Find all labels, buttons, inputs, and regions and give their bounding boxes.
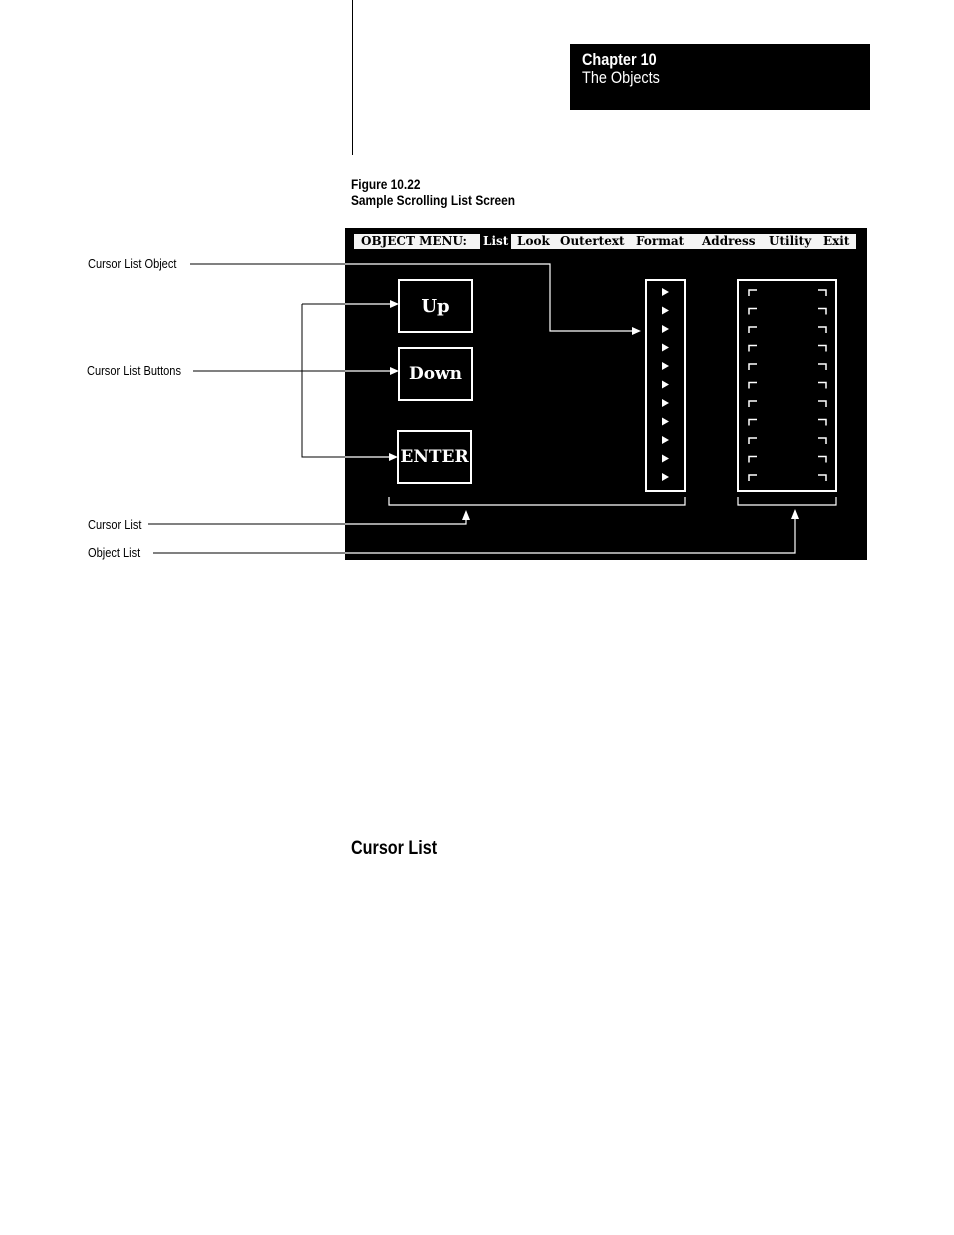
arrow-head-icon bbox=[390, 367, 399, 375]
corner-bracket-left-icon bbox=[748, 474, 757, 481]
leader-object-list-inner bbox=[345, 518, 796, 554]
triangle-right-icon bbox=[662, 380, 669, 389]
corner-bracket-right-icon bbox=[818, 307, 827, 315]
corner-bracket-right-icon bbox=[818, 381, 827, 389]
callout-cursor-list: Cursor List bbox=[88, 517, 142, 532]
arrow-head-icon bbox=[390, 300, 399, 308]
triangle-right-icon bbox=[662, 473, 669, 481]
corner-bracket-left-icon bbox=[748, 400, 757, 407]
corner-bracket-right-icon bbox=[818, 474, 827, 481]
corner-bracket-left-icon bbox=[748, 437, 757, 444]
triangle-right-icon bbox=[662, 325, 669, 333]
arrow-head-icon bbox=[389, 453, 398, 461]
corner-bracket-left-icon bbox=[748, 381, 757, 389]
triangle-right-icon bbox=[662, 343, 669, 352]
triangle-right-icon bbox=[662, 399, 669, 407]
corner-bracket-left-icon bbox=[748, 455, 757, 463]
triangle-right-icon bbox=[662, 362, 669, 370]
corner-bracket-left-icon bbox=[748, 289, 757, 296]
corner-bracket-left-icon bbox=[748, 326, 757, 333]
corner-bracket-right-icon bbox=[818, 289, 827, 296]
arrow-head-icon bbox=[462, 510, 470, 520]
triangle-right-icon bbox=[662, 436, 669, 444]
corner-bracket-right-icon bbox=[818, 437, 827, 444]
leader-cursor-list-object-inner bbox=[345, 263, 632, 332]
corner-bracket-right-icon bbox=[818, 400, 827, 407]
callout-cursor-list-object: Cursor List Object bbox=[88, 256, 177, 271]
cursor-list-bracket bbox=[388, 497, 686, 506]
corner-bracket-right-icon bbox=[818, 418, 827, 426]
leader-cursor-list-buttons bbox=[193, 303, 345, 458]
arrow-head-icon bbox=[791, 509, 799, 519]
triangle-right-icon bbox=[662, 306, 669, 315]
corner-bracket-right-icon bbox=[818, 455, 827, 463]
figure-graphics bbox=[148, 263, 837, 554]
corner-bracket-right-icon bbox=[818, 363, 827, 370]
object-list[interactable] bbox=[737, 279, 837, 492]
callout-object-list: Object List bbox=[88, 545, 141, 560]
object-list-markers bbox=[748, 289, 827, 481]
triangle-right-icon bbox=[662, 288, 669, 296]
callout-cursor-list-buttons: Cursor List Buttons bbox=[87, 363, 181, 378]
triangle-right-icon bbox=[662, 454, 669, 463]
leader-cursor-list-buttons-inner bbox=[345, 303, 390, 458]
object-list-bracket bbox=[737, 497, 837, 506]
cursor-list-markers bbox=[662, 288, 669, 481]
corner-bracket-left-icon bbox=[748, 418, 757, 426]
leader-cursor-list-inner bbox=[345, 518, 467, 525]
corner-bracket-right-icon bbox=[818, 326, 827, 333]
section-heading: Cursor List bbox=[351, 838, 438, 859]
arrow-head-icon bbox=[632, 327, 641, 335]
corner-bracket-left-icon bbox=[748, 363, 757, 370]
corner-bracket-left-icon bbox=[748, 344, 757, 352]
corner-bracket-left-icon bbox=[748, 307, 757, 315]
corner-bracket-right-icon bbox=[818, 344, 827, 352]
triangle-right-icon bbox=[662, 417, 669, 426]
